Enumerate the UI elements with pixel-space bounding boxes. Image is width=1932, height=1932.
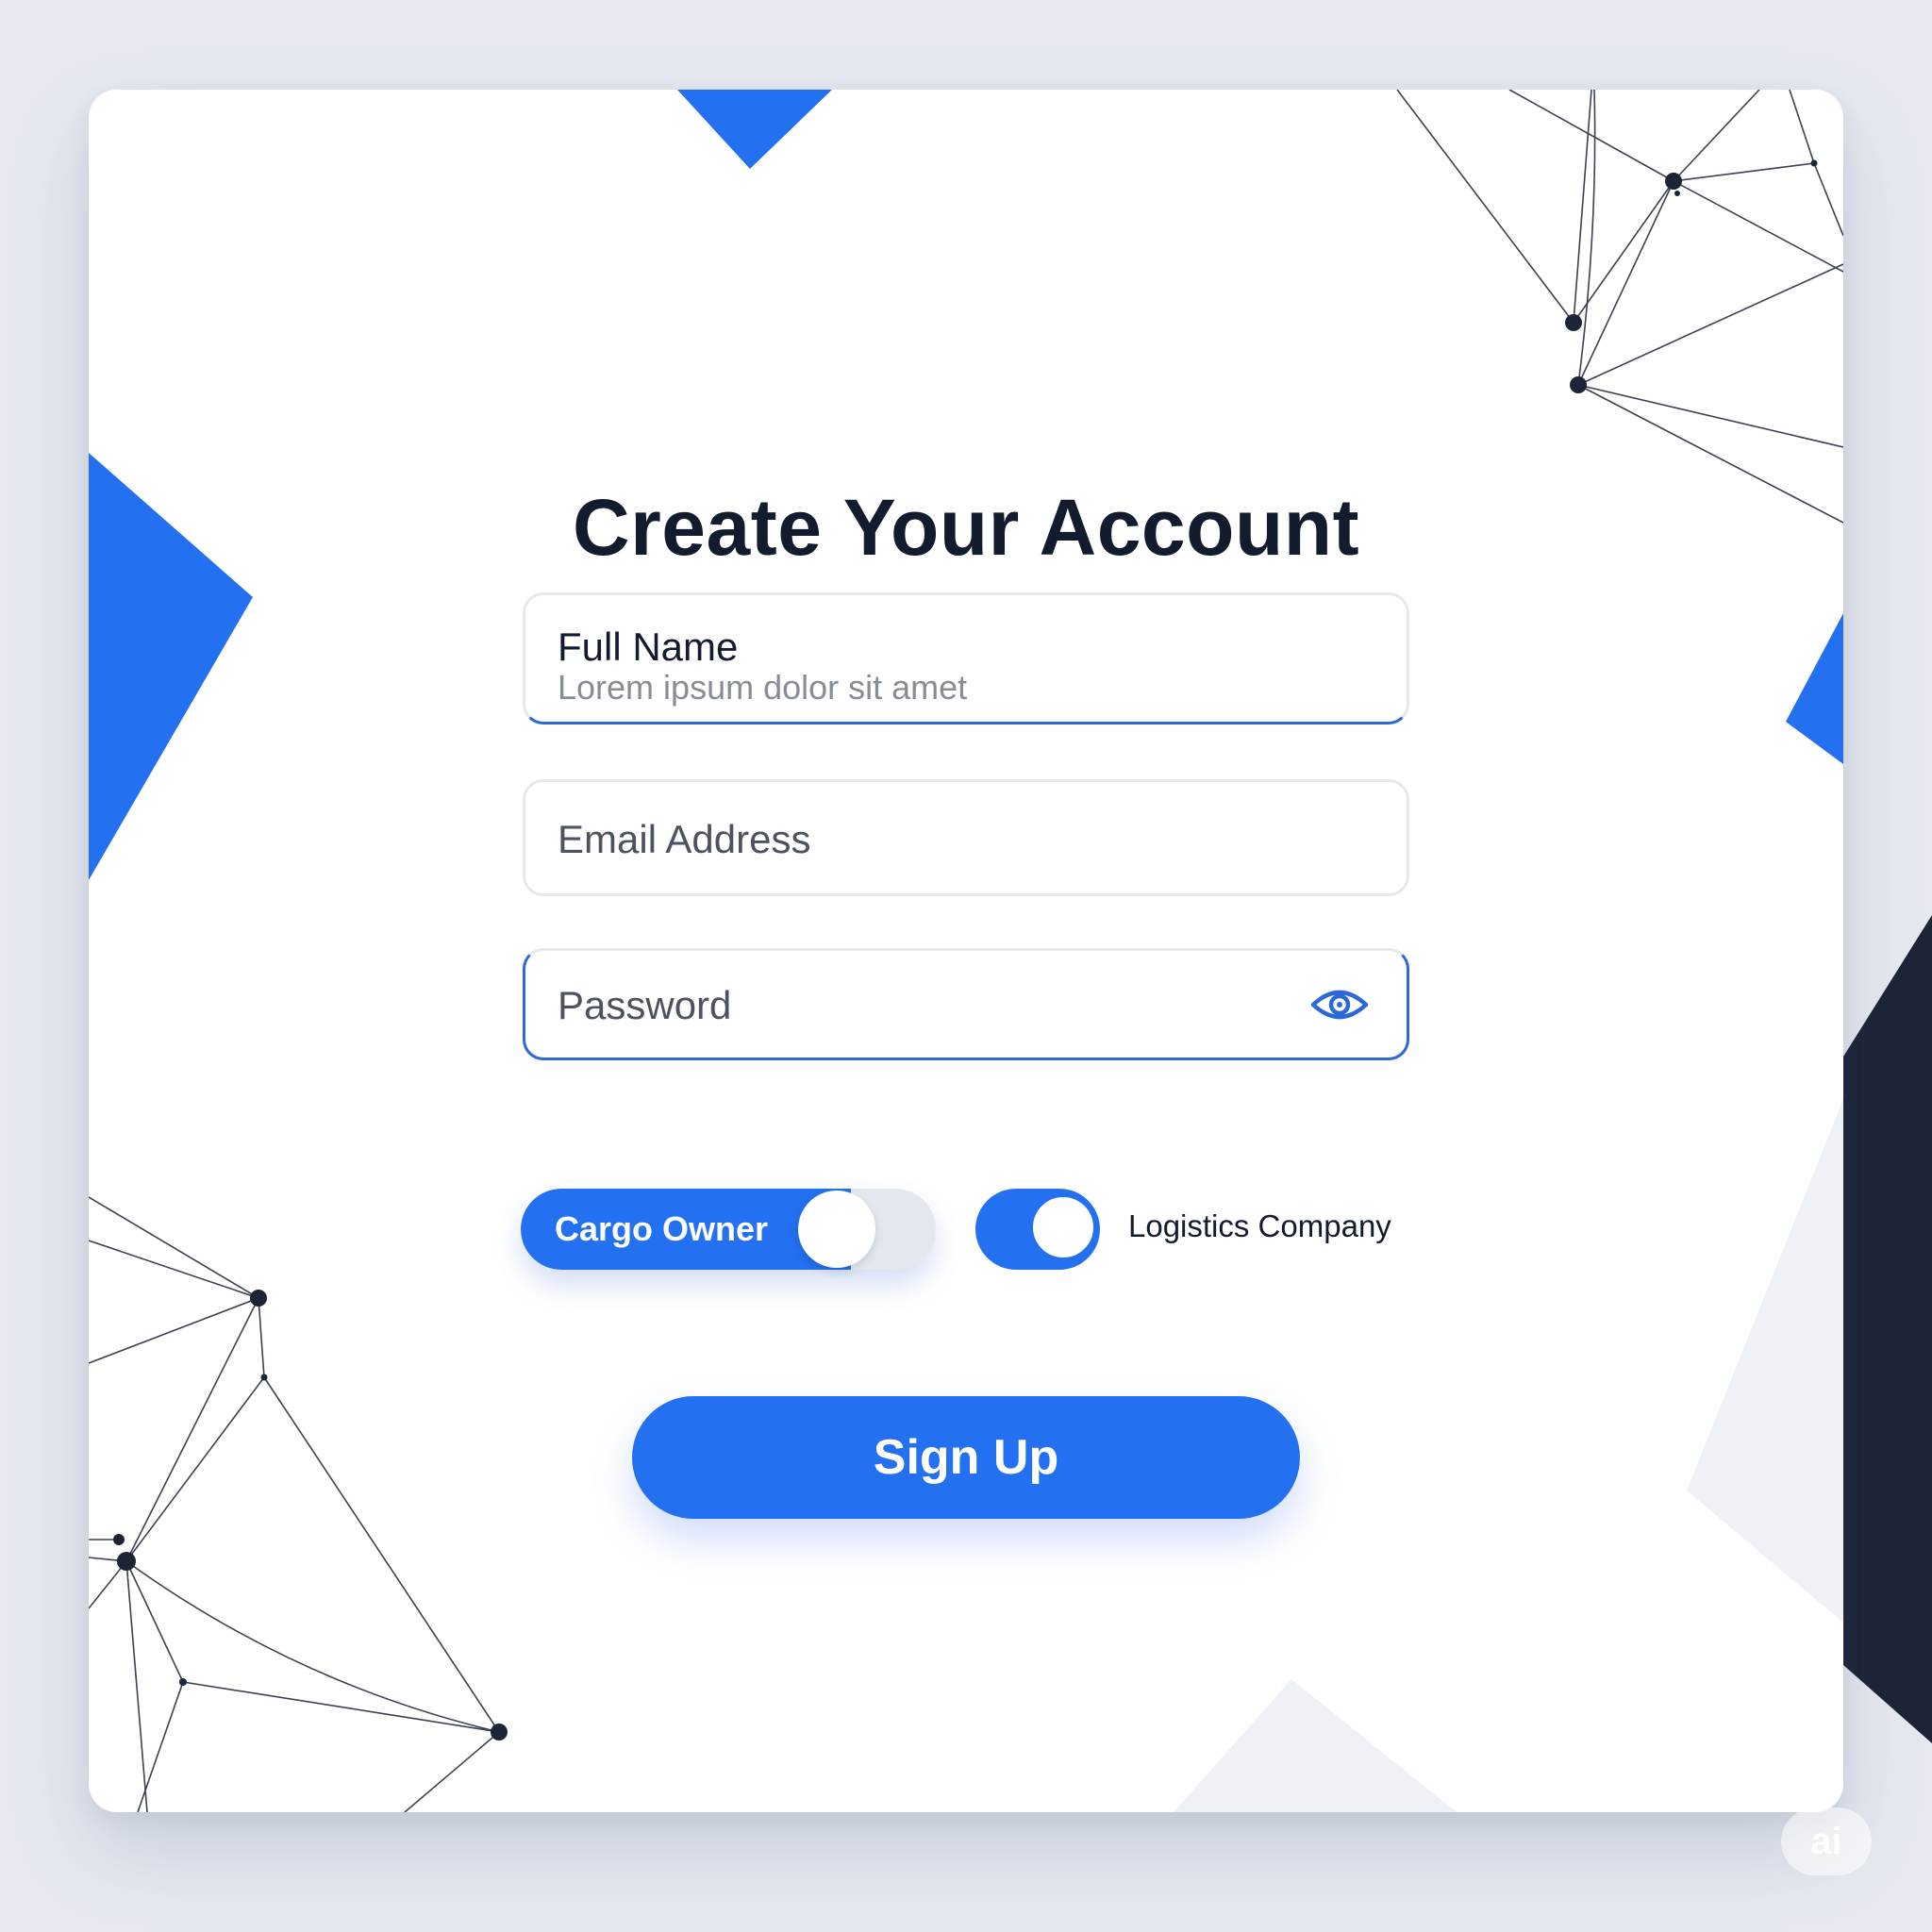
logistics-company-toggle[interactable] (975, 1189, 1100, 1270)
cargo-owner-toggle[interactable]: Cargo Owner (521, 1189, 936, 1270)
full-name-input[interactable] (558, 667, 1369, 708)
password-input[interactable] (558, 980, 1312, 1031)
blue-triangle-right (1786, 613, 1843, 764)
full-name-label: Full Name (558, 625, 739, 669)
sign-up-button[interactable]: Sign Up (632, 1396, 1300, 1519)
blue-triangle-top (677, 90, 832, 169)
signup-card: Create Your Account Full Name Cargo Owne… (89, 90, 1843, 1812)
network-top-right (1396, 90, 1843, 524)
eye-icon[interactable] (1310, 979, 1369, 1030)
logistics-company-label: Logistics Company (1128, 1208, 1391, 1243)
cargo-owner-label: Cargo Owner (555, 1209, 769, 1248)
network-bottom-left-nodes (113, 1290, 508, 1740)
page-title: Create Your Account (572, 483, 1360, 572)
eye-icon-svg (1310, 990, 1369, 1020)
gray-shape-right (1687, 1099, 1843, 1623)
navy-shape (1843, 915, 1932, 1743)
full-name-field[interactable]: Full Name (523, 592, 1409, 724)
password-field[interactable] (523, 948, 1409, 1060)
network-top-right-nodes (1565, 159, 1818, 393)
network-bottom-left (89, 1196, 500, 1812)
email-field[interactable] (523, 779, 1409, 896)
ai-badge: ai (1781, 1807, 1872, 1875)
gray-shape-bottom (1174, 1679, 1457, 1812)
email-input[interactable] (558, 814, 1312, 865)
logistics-company-toggle-knob (1030, 1194, 1096, 1260)
